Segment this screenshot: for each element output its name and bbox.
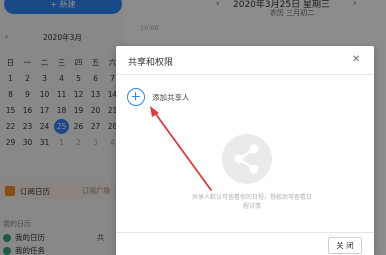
share-icon — [222, 134, 272, 184]
add-sharer-label: 添加共享人 — [152, 92, 190, 102]
close-button[interactable]: 关 闭 — [328, 237, 362, 254]
divider — [116, 74, 374, 75]
dialog-title: 共享和权限 — [128, 58, 174, 68]
empty-state-text: 共享人默认可查看你的日程，授权后可查看日程详情 — [192, 194, 313, 210]
add-sharer-button[interactable]: 添加共享人 — [127, 88, 190, 106]
plus-circle-icon[interactable] — [127, 88, 145, 106]
close-icon[interactable]: ✕ — [352, 54, 360, 65]
divider — [116, 232, 374, 233]
share-permissions-dialog: 共享和权限 ✕ 添加共享人 共享人默认可查看你的日程，授权后可查看日程详情 关 … — [116, 46, 374, 255]
